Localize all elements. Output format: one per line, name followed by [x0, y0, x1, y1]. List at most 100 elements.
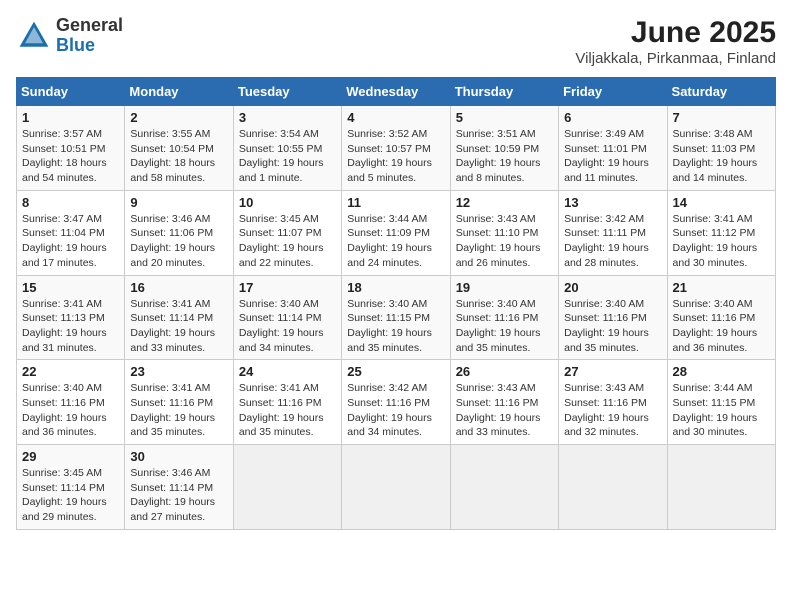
calendar-cell: 15 Sunrise: 3:41 AM Sunset: 11:13 PM Dayl… — [17, 275, 125, 360]
calendar-cell: 4 Sunrise: 3:52 AM Sunset: 10:57 PM Dayli… — [342, 106, 450, 191]
calendar-cell: 21Sunrise: 3:40 AM Sunset: 11:16 PM Dayl… — [667, 275, 775, 360]
weekday-header: Thursday — [450, 78, 558, 106]
calendar-cell: 12 Sunrise: 3:43 AM Sunset: 11:10 PM Dayl… — [450, 190, 558, 275]
day-info: Sunrise: 3:40 AM Sunset: 11:15 PM Daylig… — [347, 297, 444, 356]
calendar-cell: 9 Sunrise: 3:46 AM Sunset: 11:06 PM Dayli… — [125, 190, 233, 275]
calendar-cell: 3 Sunrise: 3:54 AM Sunset: 10:55 PM Dayli… — [233, 106, 341, 191]
day-number: 26 — [456, 364, 553, 379]
weekday-header: Friday — [559, 78, 667, 106]
page-header: General Blue June 2025 Viljakkala, Pirka… — [16, 16, 776, 67]
day-number: 6 — [564, 110, 661, 125]
day-number: 22 — [22, 364, 119, 379]
day-info: Sunrise: 3:51 AM Sunset: 10:59 PM Daylig… — [456, 127, 553, 186]
day-info: Sunrise: 3:52 AM Sunset: 10:57 PM Daylig… — [347, 127, 444, 186]
calendar-cell: 6 Sunrise: 3:49 AM Sunset: 11:01 PM Dayli… — [559, 106, 667, 191]
day-info: Sunrise: 3:41 AM Sunset: 11:13 PM Daylig… — [22, 297, 119, 356]
day-number: 2 — [130, 110, 227, 125]
day-info: Sunrise: 3:42 AM Sunset: 11:16 PM Daylig… — [347, 381, 444, 440]
calendar-cell: 7 Sunrise: 3:48 AM Sunset: 11:03 PM Dayli… — [667, 106, 775, 191]
calendar-cell: 30Sunrise: 3:46 AM Sunset: 11:14 PM Dayl… — [125, 445, 233, 530]
day-info: Sunrise: 3:41 AM Sunset: 11:16 PM Daylig… — [130, 381, 227, 440]
day-info: Sunrise: 3:40 AM Sunset: 11:16 PM Daylig… — [564, 297, 661, 356]
day-number: 9 — [130, 195, 227, 210]
day-info: Sunrise: 3:45 AM Sunset: 11:07 PM Daylig… — [239, 212, 336, 271]
calendar-header-row: SundayMondayTuesdayWednesdayThursdayFrid… — [17, 78, 776, 106]
day-number: 5 — [456, 110, 553, 125]
day-number: 24 — [239, 364, 336, 379]
day-info: Sunrise: 3:42 AM Sunset: 11:11 PM Daylig… — [564, 212, 661, 271]
weekday-header: Monday — [125, 78, 233, 106]
calendar-cell — [450, 445, 558, 530]
calendar-cell — [667, 445, 775, 530]
day-number: 4 — [347, 110, 444, 125]
logo-general: General — [56, 16, 123, 36]
day-info: Sunrise: 3:40 AM Sunset: 11:14 PM Daylig… — [239, 297, 336, 356]
day-number: 28 — [673, 364, 770, 379]
calendar-cell: 11 Sunrise: 3:44 AM Sunset: 11:09 PM Dayl… — [342, 190, 450, 275]
calendar-cell: 23Sunrise: 3:41 AM Sunset: 11:16 PM Dayl… — [125, 360, 233, 445]
logo-text: General Blue — [56, 16, 123, 56]
day-number: 13 — [564, 195, 661, 210]
day-number: 19 — [456, 280, 553, 295]
day-number: 15 — [22, 280, 119, 295]
calendar-cell: 20Sunrise: 3:40 AM Sunset: 11:16 PM Dayl… — [559, 275, 667, 360]
day-info: Sunrise: 3:57 AM Sunset: 10:51 PM Daylig… — [22, 127, 119, 186]
calendar-cell — [233, 445, 341, 530]
weekday-header: Wednesday — [342, 78, 450, 106]
calendar-cell: 14Sunrise: 3:41 AM Sunset: 11:12 PM Dayl… — [667, 190, 775, 275]
calendar-cell: 29Sunrise: 3:45 AM Sunset: 11:14 PM Dayl… — [17, 445, 125, 530]
day-info: Sunrise: 3:43 AM Sunset: 11:10 PM Daylig… — [456, 212, 553, 271]
calendar-cell — [342, 445, 450, 530]
day-info: Sunrise: 3:41 AM Sunset: 11:14 PM Daylig… — [130, 297, 227, 356]
weekday-header: Tuesday — [233, 78, 341, 106]
calendar-week-row: 15 Sunrise: 3:41 AM Sunset: 11:13 PM Dayl… — [17, 275, 776, 360]
calendar-cell: 24 Sunrise: 3:41 AM Sunset: 11:16 PM Dayl… — [233, 360, 341, 445]
day-number: 30 — [130, 449, 227, 464]
day-number: 1 — [22, 110, 119, 125]
day-info: Sunrise: 3:49 AM Sunset: 11:01 PM Daylig… — [564, 127, 661, 186]
day-number: 3 — [239, 110, 336, 125]
day-info: Sunrise: 3:48 AM Sunset: 11:03 PM Daylig… — [673, 127, 770, 186]
day-info: Sunrise: 3:41 AM Sunset: 11:16 PM Daylig… — [239, 381, 336, 440]
calendar-cell: 19 Sunrise: 3:40 AM Sunset: 11:16 PM Dayl… — [450, 275, 558, 360]
calendar-week-row: 1 Sunrise: 3:57 AM Sunset: 10:51 PM Dayli… — [17, 106, 776, 191]
calendar-cell: 26 Sunrise: 3:43 AM Sunset: 11:16 PM Dayl… — [450, 360, 558, 445]
weekday-header: Sunday — [17, 78, 125, 106]
day-number: 25 — [347, 364, 444, 379]
day-number: 12 — [456, 195, 553, 210]
day-info: Sunrise: 3:55 AM Sunset: 10:54 PM Daylig… — [130, 127, 227, 186]
calendar-cell: 13 Sunrise: 3:42 AM Sunset: 11:11 PM Dayl… — [559, 190, 667, 275]
day-info: Sunrise: 3:40 AM Sunset: 11:16 PM Daylig… — [456, 297, 553, 356]
calendar-cell: 2 Sunrise: 3:55 AM Sunset: 10:54 PM Dayli… — [125, 106, 233, 191]
day-number: 11 — [347, 195, 444, 210]
logo: General Blue — [16, 16, 123, 56]
day-info: Sunrise: 3:44 AM Sunset: 11:09 PM Daylig… — [347, 212, 444, 271]
calendar-cell: 22 Sunrise: 3:40 AM Sunset: 11:16 PM Dayl… — [17, 360, 125, 445]
calendar-cell: 28 Sunrise: 3:44 AM Sunset: 11:15 PM Dayl… — [667, 360, 775, 445]
day-number: 7 — [673, 110, 770, 125]
weekday-header: Saturday — [667, 78, 775, 106]
calendar-cell: 18 Sunrise: 3:40 AM Sunset: 11:15 PM Dayl… — [342, 275, 450, 360]
day-info: Sunrise: 3:54 AM Sunset: 10:55 PM Daylig… — [239, 127, 336, 186]
calendar-cell: 17Sunrise: 3:40 AM Sunset: 11:14 PM Dayl… — [233, 275, 341, 360]
day-info: Sunrise: 3:46 AM Sunset: 11:06 PM Daylig… — [130, 212, 227, 271]
logo-blue: Blue — [56, 36, 123, 56]
day-info: Sunrise: 3:44 AM Sunset: 11:15 PM Daylig… — [673, 381, 770, 440]
day-number: 27 — [564, 364, 661, 379]
calendar-table: SundayMondayTuesdayWednesdayThursdayFrid… — [16, 77, 776, 530]
calendar-cell: 10Sunrise: 3:45 AM Sunset: 11:07 PM Dayl… — [233, 190, 341, 275]
calendar-week-row: 22 Sunrise: 3:40 AM Sunset: 11:16 PM Dayl… — [17, 360, 776, 445]
day-info: Sunrise: 3:43 AM Sunset: 11:16 PM Daylig… — [564, 381, 661, 440]
calendar-cell: 16Sunrise: 3:41 AM Sunset: 11:14 PM Dayl… — [125, 275, 233, 360]
day-info: Sunrise: 3:45 AM Sunset: 11:14 PM Daylig… — [22, 466, 119, 525]
day-number: 8 — [22, 195, 119, 210]
calendar-cell — [559, 445, 667, 530]
calendar-cell: 27 Sunrise: 3:43 AM Sunset: 11:16 PM Dayl… — [559, 360, 667, 445]
calendar-cell: 25 Sunrise: 3:42 AM Sunset: 11:16 PM Dayl… — [342, 360, 450, 445]
calendar-cell: 8Sunrise: 3:47 AM Sunset: 11:04 PM Dayli… — [17, 190, 125, 275]
day-info: Sunrise: 3:43 AM Sunset: 11:16 PM Daylig… — [456, 381, 553, 440]
calendar-week-row: 29Sunrise: 3:45 AM Sunset: 11:14 PM Dayl… — [17, 445, 776, 530]
day-info: Sunrise: 3:40 AM Sunset: 11:16 PM Daylig… — [22, 381, 119, 440]
title-block: June 2025 Viljakkala, Pirkanmaa, Finland — [575, 16, 776, 67]
day-number: 18 — [347, 280, 444, 295]
